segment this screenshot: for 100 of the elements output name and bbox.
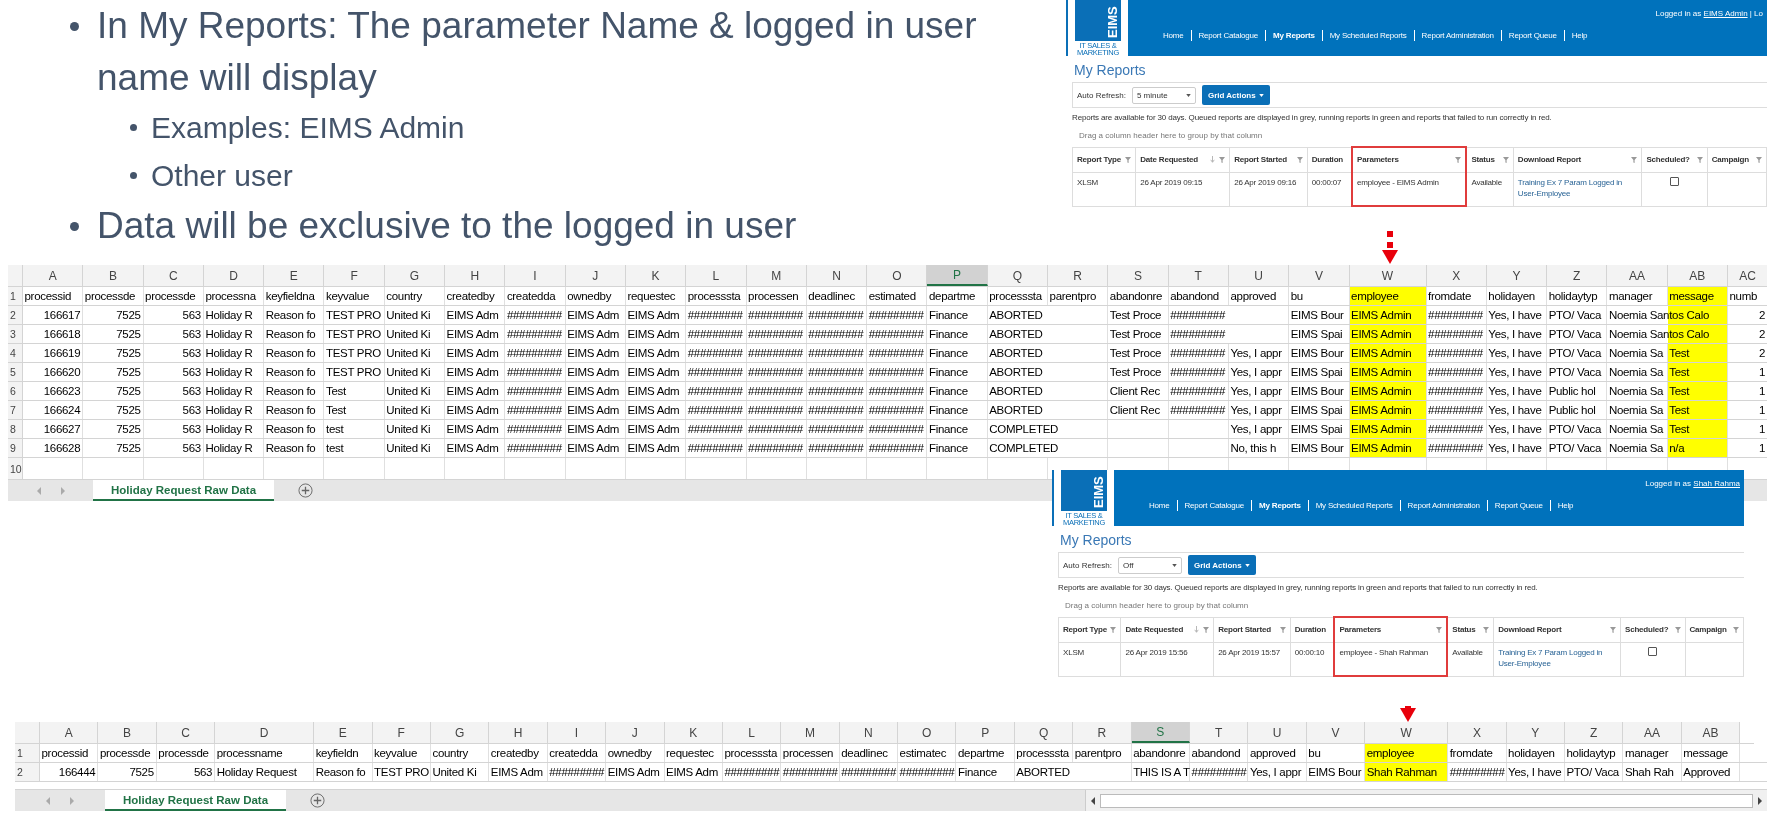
column-letter[interactable]: AC	[1728, 265, 1767, 286]
column-letter[interactable]: X	[1448, 722, 1507, 743]
column-letter[interactable]: S	[1131, 722, 1191, 743]
filter-icon[interactable]	[1502, 156, 1509, 163]
column-letter[interactable]: A	[23, 265, 84, 286]
row-number[interactable]: 2	[8, 306, 23, 324]
column-letter[interactable]: U	[1228, 265, 1290, 286]
scheduled-checkbox[interactable]	[1670, 176, 1680, 186]
row-number[interactable]: 1	[8, 287, 23, 305]
column-header[interactable]: Report Type	[1072, 147, 1136, 172]
column-letter[interactable]: P	[956, 722, 1015, 743]
scheduled-checkbox[interactable]	[1648, 646, 1658, 656]
nav-link[interactable]: Help	[1563, 30, 1595, 41]
row-number[interactable]: 2	[15, 763, 40, 781]
grid-actions-button[interactable]: Grid Actions	[1187, 555, 1256, 575]
column-letter[interactable]: AA	[1623, 722, 1682, 743]
column-letter[interactable]: R	[1048, 265, 1109, 286]
user-link[interactable]: EIMS Admin	[1703, 9, 1748, 18]
column-header[interactable]: Download Report	[1493, 617, 1621, 642]
column-letter[interactable]: M	[746, 265, 807, 286]
column-letter[interactable]: H	[445, 265, 506, 286]
column-letter[interactable]: AA	[1607, 265, 1668, 286]
column-header[interactable]: Download Report	[1513, 147, 1642, 172]
column-letter[interactable]: L	[722, 722, 782, 743]
column-letter[interactable]: E	[264, 265, 325, 286]
column-header[interactable]: Report Started	[1213, 617, 1291, 642]
column-letter[interactable]: S	[1108, 265, 1169, 286]
filter-icon[interactable]	[1296, 156, 1303, 163]
nav-link[interactable]: My Scheduled Reports	[1321, 30, 1414, 41]
column-letter[interactable]: Z	[1547, 265, 1608, 286]
column-letter[interactable]: D	[203, 265, 265, 286]
column-header[interactable]: Duration	[1290, 617, 1335, 642]
filter-icon[interactable]	[1125, 156, 1132, 163]
horizontal-scrollbar[interactable]	[1085, 790, 1767, 811]
column-letter[interactable]: V	[1306, 722, 1366, 743]
row-number[interactable]: 8	[8, 420, 23, 438]
column-letter[interactable]: O	[867, 265, 928, 286]
column-letter[interactable]: B	[98, 722, 157, 743]
row-number[interactable]: 4	[8, 344, 23, 362]
column-letter[interactable]: I	[547, 722, 607, 743]
column-letter[interactable]: G	[384, 265, 446, 286]
filter-icon[interactable]	[1110, 626, 1117, 633]
column-letter[interactable]: U	[1248, 722, 1307, 743]
column-letter[interactable]: Y	[1506, 722, 1565, 743]
column-letter[interactable]: D	[215, 722, 315, 743]
column-letter[interactable]: W	[1365, 722, 1449, 743]
filter-icon[interactable]	[1219, 156, 1226, 163]
nav-link[interactable]: My Reports	[1265, 30, 1322, 41]
filter-icon[interactable]	[1455, 156, 1462, 163]
column-letter[interactable]: Y	[1486, 265, 1548, 286]
column-header[interactable]: Status	[1447, 617, 1494, 642]
column-letter[interactable]: C	[143, 265, 204, 286]
column-letter[interactable]: O	[898, 722, 957, 743]
row-number[interactable]: 3	[8, 325, 23, 343]
filter-icon[interactable]	[1674, 626, 1681, 633]
nav-link[interactable]: Home	[1156, 30, 1191, 41]
column-letter[interactable]: C	[156, 722, 216, 743]
column-letter[interactable]: J	[606, 722, 665, 743]
row-number[interactable]: 5	[8, 363, 23, 381]
filter-icon[interactable]	[1483, 626, 1490, 633]
column-letter[interactable]: M	[781, 722, 840, 743]
row-number[interactable]: 10	[8, 458, 23, 479]
column-letter[interactable]: K	[664, 722, 723, 743]
column-letter[interactable]: G	[430, 722, 490, 743]
column-header[interactable]: Parameters	[1352, 147, 1467, 172]
nav-arrows-icon[interactable]	[35, 486, 66, 495]
row-number[interactable]: 9	[8, 439, 23, 457]
scroll-right-icon[interactable]	[1757, 796, 1763, 805]
filter-icon[interactable]	[1631, 156, 1638, 163]
column-header[interactable]: Status	[1466, 147, 1514, 172]
nav-link[interactable]: My Reports	[1251, 500, 1308, 511]
sheet-tab[interactable]: Holiday Request Raw Data	[93, 480, 275, 501]
filter-icon[interactable]	[1610, 626, 1617, 633]
filter-icon[interactable]	[1279, 626, 1286, 633]
column-header[interactable]: Scheduled?	[1620, 617, 1685, 642]
column-header[interactable]: Parameters	[1334, 617, 1448, 642]
row-number[interactable]: 1	[15, 744, 40, 762]
auto-refresh-select[interactable]: Off	[1117, 556, 1182, 574]
row-number[interactable]: 6	[8, 382, 23, 400]
nav-arrows-icon[interactable]	[45, 796, 75, 805]
scroll-left-icon[interactable]	[1090, 796, 1096, 805]
add-sheet-icon[interactable]	[298, 483, 314, 498]
row-number[interactable]: 7	[8, 401, 23, 419]
nav-link[interactable]: Report Queue	[1500, 30, 1564, 41]
column-letter[interactable]: AB	[1681, 722, 1741, 743]
column-letter[interactable]: N	[839, 722, 899, 743]
nav-link[interactable]: Report Catalogue	[1190, 30, 1266, 41]
column-letter[interactable]: R	[1073, 722, 1132, 743]
column-header[interactable]: Duration	[1307, 147, 1353, 172]
filter-icon[interactable]	[1203, 626, 1210, 633]
column-letter[interactable]: Q	[987, 265, 1049, 286]
user-link[interactable]: Shah Rahma	[1693, 479, 1740, 488]
auto-refresh-select[interactable]: 5 minute	[1131, 86, 1196, 104]
column-letter[interactable]: I	[505, 265, 566, 286]
column-letter[interactable]: B	[83, 265, 144, 286]
column-letter[interactable]: X	[1426, 265, 1487, 286]
column-letter[interactable]: A	[40, 722, 99, 743]
column-header[interactable]: Campaign	[1707, 147, 1767, 172]
column-letter[interactable]: Z	[1565, 722, 1624, 743]
column-header[interactable]: Report Started	[1229, 147, 1308, 172]
